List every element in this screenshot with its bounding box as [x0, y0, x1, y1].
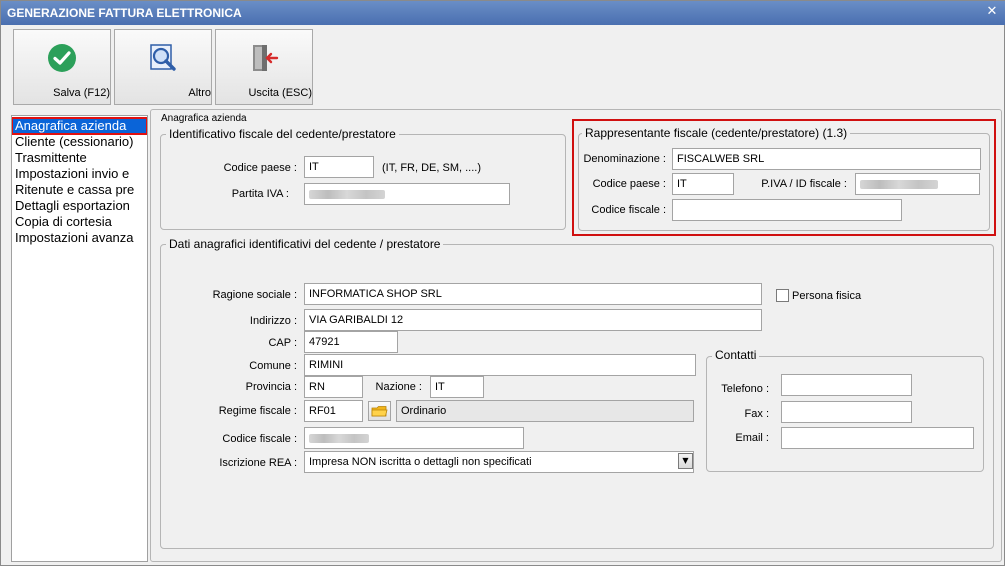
sidebar-item-ritenute-cassa[interactable]: Ritenute e cassa pre: [12, 182, 147, 198]
phone-input[interactable]: [781, 374, 912, 396]
company-panel-title: Anagrafica azienda: [159, 113, 249, 124]
exit-button-label: Uscita (ESC): [248, 87, 312, 99]
rep-country-input[interactable]: IT: [672, 173, 734, 195]
exit-button[interactable]: Uscita (ESC): [215, 29, 313, 105]
sidebar-item-cliente[interactable]: Cliente (cessionario): [12, 134, 147, 150]
other-button[interactable]: Altro: [114, 29, 212, 105]
sidebar-nav: Anagrafica azienda Cliente (cessionario)…: [11, 115, 148, 562]
country-code-input[interactable]: IT: [304, 156, 374, 178]
company-name-input[interactable]: INFORMATICA SHOP SRL: [304, 283, 762, 305]
rep-country-label: Codice paese :: [592, 178, 666, 190]
sidebar-item-impostazioni-avanzate[interactable]: Impostazioni avanza: [12, 230, 147, 246]
email-label: Email :: [735, 432, 769, 444]
window-title: GENERAZIONE FATTURA ELETTRONICA: [7, 6, 242, 20]
taxcode-input[interactable]: [304, 427, 524, 449]
sidebar-item-anagrafica-azienda[interactable]: Anagrafica azienda: [12, 117, 147, 135]
check-circle-icon: [48, 44, 76, 72]
country-code-hint: (IT, FR, DE, SM, ....): [382, 162, 481, 174]
sidebar-item-trasmittente[interactable]: Trasmittente: [12, 150, 147, 166]
province-label: Provincia :: [245, 381, 297, 393]
postal-code-input[interactable]: 47921: [304, 331, 398, 353]
city-label: Comune :: [249, 360, 297, 372]
fiscal-rep-group-title: Rappresentante fiscale (cedente/prestato…: [582, 126, 851, 140]
vat-number-input[interactable]: [304, 183, 510, 205]
fax-input[interactable]: [781, 401, 912, 423]
rep-vat-input[interactable]: [855, 173, 980, 195]
save-button-label: Salva (F12): [53, 87, 110, 99]
tax-regime-code-input[interactable]: RF01: [304, 400, 363, 422]
nation-label: Nazione :: [375, 381, 422, 393]
rea-registration-label: Iscrizione REA :: [219, 457, 297, 469]
redacted-value: [309, 434, 369, 443]
save-button[interactable]: Salva (F12): [13, 29, 111, 105]
rep-name-input[interactable]: FISCALWEB SRL: [672, 148, 981, 170]
contacts-group-title: Contatti: [712, 348, 760, 362]
tax-regime-label: Regime fiscale :: [218, 405, 297, 417]
address-label: Indirizzo :: [249, 315, 297, 327]
address-input[interactable]: VIA GARIBALDI 12: [304, 309, 762, 331]
folder-icon: [371, 406, 388, 417]
redacted-value: [309, 190, 385, 199]
close-button[interactable]: ✕: [984, 4, 1000, 20]
rep-taxcode-label: Codice fiscale :: [591, 204, 666, 216]
title-bar: GENERAZIONE FATTURA ELETTRONICA ✕: [1, 1, 1005, 25]
phone-label: Telefono :: [721, 383, 769, 395]
other-button-label: Altro: [188, 87, 211, 99]
email-input[interactable]: [781, 427, 974, 449]
nation-input[interactable]: IT: [430, 376, 484, 398]
postal-code-label: CAP :: [268, 337, 297, 349]
tax-regime-lookup-button[interactable]: [368, 401, 391, 421]
company-name-label: Ragione sociale :: [212, 289, 297, 301]
city-input[interactable]: RIMINI: [304, 354, 696, 376]
fax-label: Fax :: [744, 408, 769, 420]
rea-registration-select[interactable]: Impresa NON iscritta o dettagli non spec…: [304, 451, 694, 473]
taxcode-label: Codice fiscale :: [222, 433, 297, 445]
registry-group-title: Dati anagrafici identificativi del ceden…: [166, 237, 444, 251]
tax-regime-description: Ordinario: [396, 400, 694, 422]
natural-person-checkbox[interactable]: [776, 289, 789, 302]
province-input[interactable]: RN: [304, 376, 363, 398]
chevron-down-icon[interactable]: ▼: [678, 453, 693, 469]
vat-number-label: Partita IVA :: [231, 188, 289, 200]
sidebar-item-impostazioni-invio[interactable]: Impostazioni invio e: [12, 166, 147, 182]
sidebar-item-copia-cortesia[interactable]: Copia di cortesia: [12, 214, 147, 230]
rep-name-label: Denominazione :: [583, 153, 666, 165]
country-code-label: Codice paese :: [223, 162, 297, 174]
exit-door-icon: [253, 45, 279, 71]
app-window: GENERAZIONE FATTURA ELETTRONICA ✕ Salva …: [0, 0, 1005, 566]
magnifier-document-icon: [150, 44, 176, 71]
fiscal-id-group-title: Identificativo fiscale del cedente/prest…: [166, 127, 399, 141]
redacted-value: [860, 180, 938, 189]
natural-person-label: Persona fisica: [792, 290, 862, 302]
sidebar-item-dettagli-esportazione[interactable]: Dettagli esportazion: [12, 198, 147, 214]
fiscal-id-group: [160, 134, 566, 230]
rep-taxcode-input[interactable]: [672, 199, 902, 221]
rep-vat-label: P.IVA / ID fiscale :: [761, 178, 847, 190]
